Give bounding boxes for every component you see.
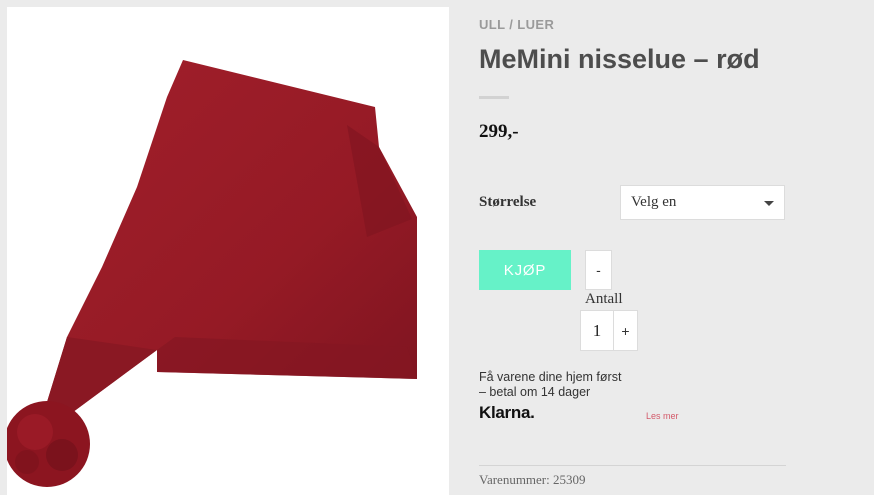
meta-divider [479, 465, 786, 466]
santa-hat-image [7, 60, 417, 487]
klarna-logo: Klarna. [479, 403, 535, 422]
quantity-input[interactable]: 1 [580, 310, 614, 351]
klarna-text: Få varene dine hjem først – betal om 14 … [479, 370, 649, 400]
size-label: Størrelse [479, 194, 537, 210]
quantity-plus-button[interactable]: + [613, 310, 638, 351]
quantity-minus-button[interactable]: - [585, 250, 612, 290]
product-price: 299,- [479, 121, 519, 142]
product-summary: ULL / LUER MeMini nisselue – rød 299,- S… [479, 0, 874, 495]
product-image[interactable] [7, 7, 449, 495]
breadcrumb-category-link[interactable]: ULL [479, 17, 505, 32]
hat-tail [47, 337, 157, 415]
klarna-text-line1: Få varene dine hjem først [479, 370, 622, 384]
breadcrumb-separator: / [505, 17, 518, 32]
sku-label: Varenummer: [479, 472, 550, 487]
breadcrumb-subcategory-link[interactable]: LUER [517, 17, 554, 32]
pompom [7, 401, 90, 487]
product-title: MeMini nisselue – rød [479, 44, 760, 74]
chevron-down-icon [764, 201, 774, 206]
title-divider [479, 96, 509, 99]
quantity-label: Antall [585, 291, 623, 307]
sku: Varenummer: 25309 [479, 472, 586, 488]
breadcrumb: ULL / LUER [479, 17, 554, 32]
buy-button[interactable]: KJØP [479, 250, 571, 290]
size-select[interactable]: Velg en [620, 185, 785, 220]
klarna-text-line2: – betal om 14 dager [479, 385, 591, 399]
size-select-value: Velg en [631, 194, 677, 210]
sku-value: 25309 [553, 472, 586, 487]
klarna-read-more-link[interactable]: Les mer [646, 411, 679, 421]
